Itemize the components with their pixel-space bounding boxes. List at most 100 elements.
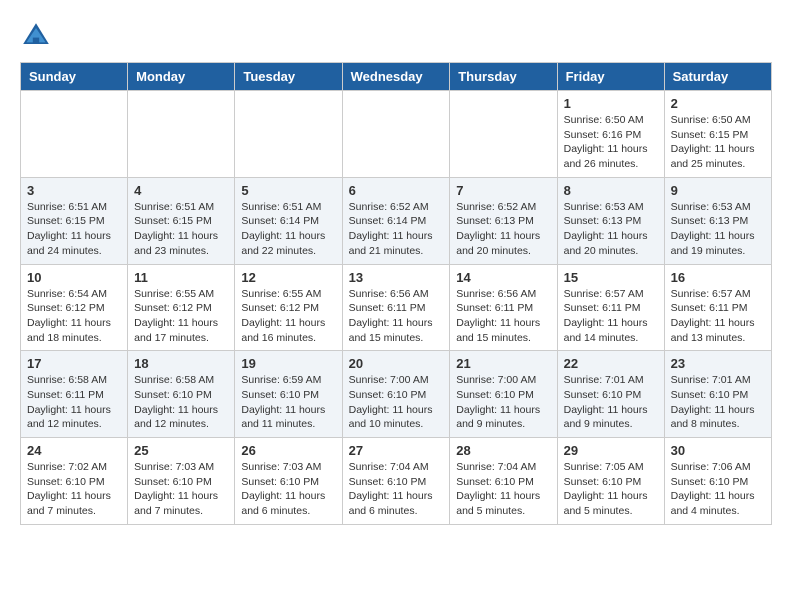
weekday-header: Friday xyxy=(557,63,664,91)
day-info: Sunrise: 6:54 AM Sunset: 6:12 PM Dayligh… xyxy=(27,287,121,346)
day-info: Sunrise: 7:01 AM Sunset: 6:10 PM Dayligh… xyxy=(564,373,658,432)
calendar-cell xyxy=(342,91,450,178)
day-number: 16 xyxy=(671,270,765,285)
calendar-cell: 1 Sunrise: 6:50 AM Sunset: 6:16 PM Daylig… xyxy=(557,91,664,178)
calendar-cell: 4 Sunrise: 6:51 AM Sunset: 6:15 PM Daylig… xyxy=(128,177,235,264)
day-number: 25 xyxy=(134,443,228,458)
calendar-cell: 30 Sunrise: 7:06 AM Sunset: 6:10 PM Dayli… xyxy=(664,438,771,525)
day-info: Sunrise: 7:00 AM Sunset: 6:10 PM Dayligh… xyxy=(456,373,550,432)
day-number: 3 xyxy=(27,183,121,198)
day-info: Sunrise: 6:51 AM Sunset: 6:15 PM Dayligh… xyxy=(134,200,228,259)
calendar-cell: 7 Sunrise: 6:52 AM Sunset: 6:13 PM Daylig… xyxy=(450,177,557,264)
calendar-cell: 16 Sunrise: 6:57 AM Sunset: 6:11 PM Dayli… xyxy=(664,264,771,351)
day-number: 18 xyxy=(134,356,228,371)
day-info: Sunrise: 7:04 AM Sunset: 6:10 PM Dayligh… xyxy=(456,460,550,519)
calendar-cell: 9Sunrise: 6:53 AM Sunset: 6:13 PM Daylig… xyxy=(664,177,771,264)
weekday-header: Tuesday xyxy=(235,63,342,91)
day-number: 8 xyxy=(564,183,658,198)
calendar-cell: 2 Sunrise: 6:50 AM Sunset: 6:15 PM Daylig… xyxy=(664,91,771,178)
day-number: 5 xyxy=(241,183,335,198)
calendar-cell: 13 Sunrise: 6:56 AM Sunset: 6:11 PM Dayli… xyxy=(342,264,450,351)
day-info: Sunrise: 7:06 AM Sunset: 6:10 PM Dayligh… xyxy=(671,460,765,519)
day-info: Sunrise: 7:04 AM Sunset: 6:10 PM Dayligh… xyxy=(349,460,444,519)
calendar-cell: 23 Sunrise: 7:01 AM Sunset: 6:10 PM Dayli… xyxy=(664,351,771,438)
calendar-cell: 26 Sunrise: 7:03 AM Sunset: 6:10 PM Dayli… xyxy=(235,438,342,525)
day-number: 21 xyxy=(456,356,550,371)
day-info: Sunrise: 6:56 AM Sunset: 6:11 PM Dayligh… xyxy=(349,287,444,346)
day-number: 23 xyxy=(671,356,765,371)
calendar-week-row: 17Sunrise: 6:58 AM Sunset: 6:11 PM Dayli… xyxy=(21,351,772,438)
calendar-cell: 10 Sunrise: 6:54 AM Sunset: 6:12 PM Dayli… xyxy=(21,264,128,351)
calendar-cell: 12 Sunrise: 6:55 AM Sunset: 6:12 PM Dayli… xyxy=(235,264,342,351)
calendar-cell: 18 Sunrise: 6:58 AM Sunset: 6:10 PM Dayli… xyxy=(128,351,235,438)
day-number: 10 xyxy=(27,270,121,285)
calendar-cell: 5 Sunrise: 6:51 AM Sunset: 6:14 PM Daylig… xyxy=(235,177,342,264)
calendar-cell: 14Sunrise: 6:56 AM Sunset: 6:11 PM Dayli… xyxy=(450,264,557,351)
day-number: 26 xyxy=(241,443,335,458)
day-number: 30 xyxy=(671,443,765,458)
day-info: Sunrise: 7:02 AM Sunset: 6:10 PM Dayligh… xyxy=(27,460,121,519)
calendar-cell: 8 Sunrise: 6:53 AM Sunset: 6:13 PM Daylig… xyxy=(557,177,664,264)
calendar-cell: 15 Sunrise: 6:57 AM Sunset: 6:11 PM Dayli… xyxy=(557,264,664,351)
day-info: Sunrise: 7:03 AM Sunset: 6:10 PM Dayligh… xyxy=(134,460,228,519)
calendar-cell: 19 Sunrise: 6:59 AM Sunset: 6:10 PM Dayli… xyxy=(235,351,342,438)
day-number: 14 xyxy=(456,270,550,285)
calendar-cell: 27 Sunrise: 7:04 AM Sunset: 6:10 PM Dayli… xyxy=(342,438,450,525)
logo xyxy=(20,20,56,52)
weekday-header: Sunday xyxy=(21,63,128,91)
day-info: Sunrise: 6:57 AM Sunset: 6:11 PM Dayligh… xyxy=(671,287,765,346)
calendar-cell: 24 Sunrise: 7:02 AM Sunset: 6:10 PM Dayli… xyxy=(21,438,128,525)
day-number: 28 xyxy=(456,443,550,458)
calendar-cell: 25 Sunrise: 7:03 AM Sunset: 6:10 PM Dayli… xyxy=(128,438,235,525)
calendar-cell xyxy=(450,91,557,178)
day-number: 6 xyxy=(349,183,444,198)
day-number: 12 xyxy=(241,270,335,285)
day-info: Sunrise: 6:50 AM Sunset: 6:15 PM Dayligh… xyxy=(671,113,765,172)
day-info: Sunrise: 6:57 AM Sunset: 6:11 PM Dayligh… xyxy=(564,287,658,346)
day-info: Sunrise: 6:55 AM Sunset: 6:12 PM Dayligh… xyxy=(241,287,335,346)
day-number: 24 xyxy=(27,443,121,458)
day-info: Sunrise: 6:59 AM Sunset: 6:10 PM Dayligh… xyxy=(241,373,335,432)
day-number: 19 xyxy=(241,356,335,371)
calendar-cell: 28 Sunrise: 7:04 AM Sunset: 6:10 PM Dayli… xyxy=(450,438,557,525)
day-number: 27 xyxy=(349,443,444,458)
weekday-header: Monday xyxy=(128,63,235,91)
calendar-week-row: 3 Sunrise: 6:51 AM Sunset: 6:15 PM Daylig… xyxy=(21,177,772,264)
day-number: 29 xyxy=(564,443,658,458)
day-number: 4 xyxy=(134,183,228,198)
calendar-week-row: 24 Sunrise: 7:02 AM Sunset: 6:10 PM Dayli… xyxy=(21,438,772,525)
day-number: 17 xyxy=(27,356,121,371)
calendar-cell: 3 Sunrise: 6:51 AM Sunset: 6:15 PM Daylig… xyxy=(21,177,128,264)
logo-icon xyxy=(20,20,52,52)
day-info: Sunrise: 6:51 AM Sunset: 6:14 PM Dayligh… xyxy=(241,200,335,259)
day-info: Sunrise: 6:51 AM Sunset: 6:15 PM Dayligh… xyxy=(27,200,121,259)
day-number: 7 xyxy=(456,183,550,198)
calendar-cell xyxy=(235,91,342,178)
calendar-cell: 6 Sunrise: 6:52 AM Sunset: 6:14 PM Daylig… xyxy=(342,177,450,264)
day-number: 13 xyxy=(349,270,444,285)
day-number: 11 xyxy=(134,270,228,285)
calendar-cell xyxy=(128,91,235,178)
calendar-cell: 20Sunrise: 7:00 AM Sunset: 6:10 PM Dayli… xyxy=(342,351,450,438)
calendar-table: SundayMondayTuesdayWednesdayThursdayFrid… xyxy=(20,62,772,525)
day-info: Sunrise: 6:50 AM Sunset: 6:16 PM Dayligh… xyxy=(564,113,658,172)
day-number: 1 xyxy=(564,96,658,111)
day-info: Sunrise: 6:53 AM Sunset: 6:13 PM Dayligh… xyxy=(564,200,658,259)
day-info: Sunrise: 6:52 AM Sunset: 6:13 PM Dayligh… xyxy=(456,200,550,259)
day-info: Sunrise: 7:01 AM Sunset: 6:10 PM Dayligh… xyxy=(671,373,765,432)
calendar-cell: 21 Sunrise: 7:00 AM Sunset: 6:10 PM Dayli… xyxy=(450,351,557,438)
calendar-header-row: SundayMondayTuesdayWednesdayThursdayFrid… xyxy=(21,63,772,91)
day-info: Sunrise: 6:55 AM Sunset: 6:12 PM Dayligh… xyxy=(134,287,228,346)
day-info: Sunrise: 6:58 AM Sunset: 6:10 PM Dayligh… xyxy=(134,373,228,432)
weekday-header: Wednesday xyxy=(342,63,450,91)
day-number: 9 xyxy=(671,183,765,198)
day-info: Sunrise: 7:03 AM Sunset: 6:10 PM Dayligh… xyxy=(241,460,335,519)
calendar-week-row: 10 Sunrise: 6:54 AM Sunset: 6:12 PM Dayli… xyxy=(21,264,772,351)
calendar-cell: 29Sunrise: 7:05 AM Sunset: 6:10 PM Dayli… xyxy=(557,438,664,525)
day-info: Sunrise: 6:52 AM Sunset: 6:14 PM Dayligh… xyxy=(349,200,444,259)
day-number: 15 xyxy=(564,270,658,285)
day-number: 2 xyxy=(671,96,765,111)
calendar-cell: 11 Sunrise: 6:55 AM Sunset: 6:12 PM Dayli… xyxy=(128,264,235,351)
weekday-header: Thursday xyxy=(450,63,557,91)
calendar-cell: 17Sunrise: 6:58 AM Sunset: 6:11 PM Dayli… xyxy=(21,351,128,438)
